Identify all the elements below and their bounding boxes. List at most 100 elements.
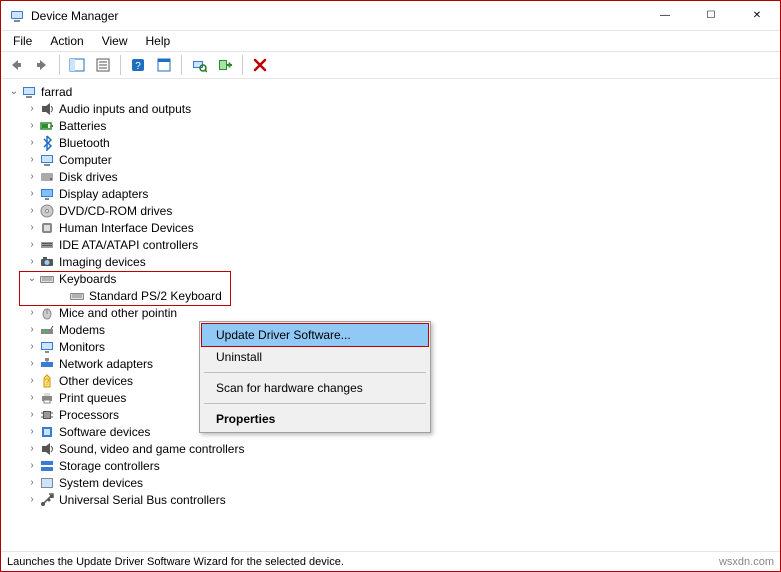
expand-collapse-icon[interactable] xyxy=(25,460,39,471)
expand-collapse-icon[interactable] xyxy=(25,103,39,114)
tree-item-keyboard[interactable]: Keyboards xyxy=(7,270,780,287)
window-controls: — ☐ ✕ xyxy=(642,1,780,30)
tree-item-label: Sound, video and game controllers xyxy=(59,442,244,456)
svg-text:?: ? xyxy=(44,377,49,387)
tree-item-hid[interactable]: Human Interface Devices xyxy=(7,219,780,236)
context-menu: Update Driver Software...Uninstall Scan f… xyxy=(199,321,431,433)
context-menu-properties[interactable]: Properties xyxy=(202,408,428,430)
network-icon xyxy=(39,356,55,372)
disk-icon xyxy=(39,169,55,185)
expand-collapse-icon[interactable] xyxy=(25,256,39,267)
expand-collapse-icon[interactable] xyxy=(25,222,39,233)
window-title: Device Manager xyxy=(31,9,642,23)
expand-collapse-icon[interactable] xyxy=(25,205,39,216)
keyboard-icon xyxy=(39,271,55,287)
tree-item-label: Other devices xyxy=(59,374,133,388)
context-menu-scan-for-hardware-changes[interactable]: Scan for hardware changes xyxy=(202,377,428,399)
computer-root-icon xyxy=(21,84,37,100)
expand-collapse-icon[interactable] xyxy=(25,375,39,386)
tree-item-label: farrad xyxy=(41,85,72,99)
expand-collapse-icon[interactable] xyxy=(25,120,39,131)
tree-item-battery[interactable]: Batteries xyxy=(7,117,780,134)
tree-item-usb[interactable]: Universal Serial Bus controllers xyxy=(7,491,780,508)
back-button[interactable] xyxy=(5,54,27,76)
menu-action[interactable]: Action xyxy=(42,32,91,50)
ide-icon xyxy=(39,237,55,253)
tree-item-label: Display adapters xyxy=(59,187,148,201)
expand-collapse-icon[interactable] xyxy=(25,426,39,437)
statusbar: Launches the Update Driver Software Wiza… xyxy=(1,551,780,571)
tree-item-storage[interactable]: Storage controllers xyxy=(7,457,780,474)
tree-item-label: Storage controllers xyxy=(59,459,160,473)
context-menu-update-driver-software[interactable]: Update Driver Software... xyxy=(201,323,429,347)
expand-collapse-icon[interactable] xyxy=(25,409,39,420)
tree-item-sound[interactable]: Sound, video and game controllers xyxy=(7,440,780,457)
menubar: File Action View Help xyxy=(1,31,780,51)
minimize-button[interactable]: — xyxy=(642,1,688,30)
expand-collapse-icon[interactable] xyxy=(25,341,39,352)
tree-item-label: Computer xyxy=(59,153,112,167)
menu-help[interactable]: Help xyxy=(138,32,179,50)
svg-text:?: ? xyxy=(135,61,141,72)
forward-button[interactable] xyxy=(31,54,53,76)
delete-icon[interactable] xyxy=(249,54,271,76)
expand-collapse-icon[interactable] xyxy=(25,443,39,454)
tree-item-audio[interactable]: Audio inputs and outputs xyxy=(7,100,780,117)
show-hide-console-tree-button[interactable] xyxy=(66,54,88,76)
expand-collapse-icon[interactable] xyxy=(25,171,39,182)
expand-collapse-icon[interactable] xyxy=(25,137,39,148)
tree-item-disk[interactable]: Disk drives xyxy=(7,168,780,185)
modem-icon xyxy=(39,322,55,338)
expand-collapse-icon[interactable] xyxy=(25,273,39,284)
tree-item-display[interactable]: Display adapters xyxy=(7,185,780,202)
expand-collapse-icon[interactable] xyxy=(25,477,39,488)
maximize-button[interactable]: ☐ xyxy=(688,1,734,30)
context-menu-separator xyxy=(204,372,426,373)
action-button[interactable] xyxy=(153,54,175,76)
battery-icon xyxy=(39,118,55,134)
scan-hardware-button[interactable] xyxy=(188,54,210,76)
device-tree[interactable]: farradAudio inputs and outputsBatteriesB… xyxy=(1,79,780,551)
watermark: wsxdn.com xyxy=(719,556,774,568)
tree-item-label: Mice and other pointin xyxy=(59,306,177,320)
tree-item-system[interactable]: System devices xyxy=(7,474,780,491)
menu-file[interactable]: File xyxy=(5,32,40,50)
usb-icon xyxy=(39,492,55,508)
tree-item-computer[interactable]: Computer xyxy=(7,151,780,168)
toolbar-separator xyxy=(120,55,121,75)
bluetooth-icon xyxy=(39,135,55,151)
expand-collapse-icon[interactable] xyxy=(25,307,39,318)
tree-item-label: System devices xyxy=(59,476,143,490)
menu-view[interactable]: View xyxy=(94,32,136,50)
storage-icon xyxy=(39,458,55,474)
tree-item-ide[interactable]: IDE ATA/ATAPI controllers xyxy=(7,236,780,253)
expand-collapse-icon[interactable] xyxy=(25,324,39,335)
tree-item-keyboard-child[interactable]: Standard PS/2 Keyboard xyxy=(7,287,780,304)
tree-item-label: Monitors xyxy=(59,340,105,354)
expand-collapse-icon[interactable] xyxy=(7,86,21,97)
expand-collapse-icon[interactable] xyxy=(25,494,39,505)
close-button[interactable]: ✕ xyxy=(734,1,780,30)
system-icon xyxy=(39,475,55,491)
tree-item-label: Print queues xyxy=(59,391,126,405)
toolbar-separator xyxy=(242,55,243,75)
context-menu-uninstall[interactable]: Uninstall xyxy=(202,346,428,368)
tree-item-label: DVD/CD-ROM drives xyxy=(59,204,172,218)
help-button[interactable]: ? xyxy=(127,54,149,76)
expand-collapse-icon[interactable] xyxy=(25,239,39,250)
tree-item-imaging[interactable]: Imaging devices xyxy=(7,253,780,270)
tree-item-label: Standard PS/2 Keyboard xyxy=(89,289,222,303)
tree-item-dvd[interactable]: DVD/CD-ROM drives xyxy=(7,202,780,219)
tree-root[interactable]: farrad xyxy=(7,83,780,100)
expand-collapse-icon[interactable] xyxy=(25,392,39,403)
tree-item-label: Human Interface Devices xyxy=(59,221,194,235)
properties-button[interactable] xyxy=(92,54,114,76)
add-legacy-hardware-button[interactable] xyxy=(214,54,236,76)
tree-item-label: Imaging devices xyxy=(59,255,146,269)
tree-item-bluetooth[interactable]: Bluetooth xyxy=(7,134,780,151)
tree-item-mouse[interactable]: Mice and other pointin xyxy=(7,304,780,321)
expand-collapse-icon[interactable] xyxy=(25,358,39,369)
titlebar: Device Manager — ☐ ✕ xyxy=(1,1,780,31)
expand-collapse-icon[interactable] xyxy=(25,188,39,199)
expand-collapse-icon[interactable] xyxy=(25,154,39,165)
